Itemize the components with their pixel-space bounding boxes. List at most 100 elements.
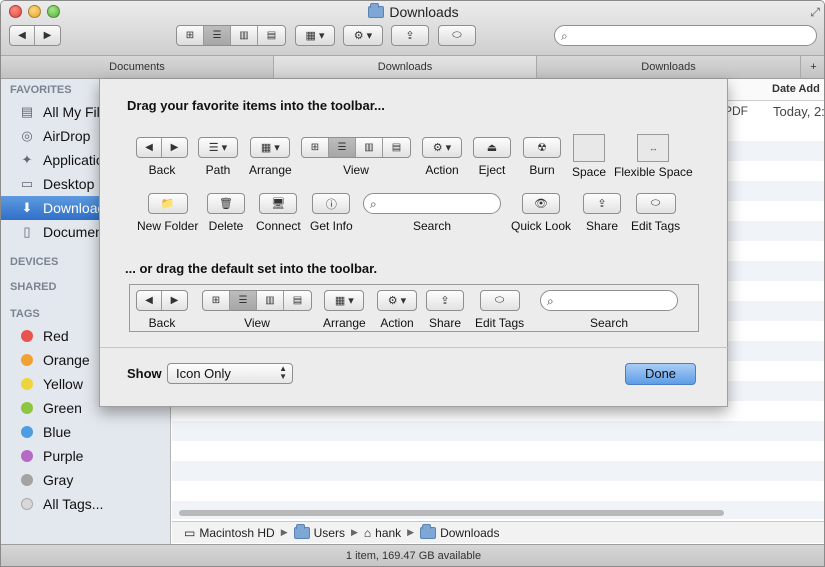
sidebar-tag-purple[interactable]: Purple: [1, 444, 171, 468]
folder-icon: [293, 523, 310, 539]
devices-header: DEVICES: [10, 256, 59, 268]
connect-icon: 🖥: [271, 198, 286, 210]
trash-icon: 🗑: [219, 198, 233, 210]
default-set-heading: ... or drag the default set into the too…: [125, 261, 378, 276]
arrange-icon: ▦ ▾: [260, 142, 280, 154]
documents-icon: ▯: [23, 224, 31, 239]
default-view: ⊞ ☰ ▥ ▤ View: [202, 290, 312, 330]
path-item-hank[interactable]: hank: [375, 526, 401, 540]
palette-path[interactable]: ☰ ▾ Path: [198, 137, 238, 177]
red-tag-icon: [21, 330, 33, 342]
palette-delete[interactable]: 🗑 Delete: [207, 193, 245, 233]
tab-downloads[interactable]: Downloads: [537, 56, 801, 78]
cover-flow-icon[interactable]: ▤: [258, 26, 285, 45]
palette-burn[interactable]: ☢ Burn: [523, 137, 561, 177]
downloads-icon: ⬇: [21, 200, 33, 215]
eject-icon: ⏏: [486, 142, 498, 154]
palette-space[interactable]: Space: [572, 134, 606, 179]
status-bar: 1 item, 169.47 GB available: [1, 544, 824, 566]
icon-view-icon: ⊞: [203, 291, 230, 310]
default-toolbar-set[interactable]: ◀ ▶ Back ⊞ ☰ ▥ ▤ View ▦ ▾ Arrange ⚙ ▾ Action…: [129, 284, 699, 332]
chevron-right-icon: ▶: [407, 527, 415, 537]
action-button[interactable]: ⚙ ▾: [343, 25, 383, 46]
path-item-users[interactable]: Users: [314, 526, 345, 540]
all-tags-icon: [21, 498, 33, 510]
sidebar-tag-gray[interactable]: Gray: [1, 468, 171, 492]
palette-edit-tags[interactable]: ⬭ Edit Tags: [631, 193, 680, 233]
default-search: ⌕ Search: [540, 290, 678, 330]
palette-back[interactable]: ◀ ▶ Back: [136, 137, 188, 177]
tab-downloads-active[interactable]: Downloads: [274, 56, 537, 78]
table-row-empty: [172, 421, 824, 441]
purple-tag-icon: [21, 450, 33, 462]
back-forward-button[interactable]: ◀ ▶: [9, 25, 61, 46]
shared-header: SHARED: [10, 281, 57, 293]
show-label: Show: [127, 366, 162, 381]
chevron-right-icon: ▶: [280, 527, 288, 537]
palette-flexible-space[interactable]: ↔ Flexible Space: [614, 134, 693, 179]
fullscreen-icon[interactable]: ⤢: [810, 5, 820, 20]
updown-arrows-icon: ▲ ▼: [279, 364, 287, 381]
tags-header: TAGS: [10, 308, 40, 320]
search-icon: ⌕: [547, 294, 554, 308]
palette-quick-look[interactable]: 👁 Quick Look: [511, 193, 571, 233]
folder-icon: [420, 523, 437, 539]
palette-connect[interactable]: 🖥 Connect: [256, 193, 301, 233]
palette-share[interactable]: ⇪ Share: [583, 193, 621, 233]
applications-icon: ✦: [21, 152, 33, 167]
window-title: Downloads: [1, 3, 824, 20]
search-input[interactable]: ⌕: [554, 25, 817, 46]
column-view-icon[interactable]: ▥: [231, 26, 258, 45]
sidebar-tag-blue[interactable]: Blue: [1, 420, 171, 444]
table-row-empty: [172, 461, 824, 481]
share-icon: ⇪: [440, 295, 450, 307]
new-tab-button[interactable]: +: [801, 56, 824, 78]
show-popup-value: Icon Only: [176, 366, 231, 381]
show-popup[interactable]: Icon Only ▲ ▼: [167, 363, 293, 384]
home-icon: ⌂: [363, 525, 372, 540]
default-arrange: ▦ ▾ Arrange: [323, 290, 366, 330]
view-segmented-control[interactable]: ⊞ ☰ ▥ ▤: [176, 25, 286, 46]
palette-get-info[interactable]: ⓘ Get Info: [310, 193, 353, 233]
default-back: ◀ ▶ Back: [136, 290, 188, 330]
icon-view-icon[interactable]: ⊞: [177, 26, 204, 45]
gray-tag-icon: [21, 474, 33, 486]
edit-tags-button[interactable]: ⬭: [438, 25, 476, 46]
desktop-icon: ▭: [20, 176, 34, 191]
path-item-downloads[interactable]: Downloads: [440, 526, 499, 540]
sidebar-all-tags[interactable]: All Tags...: [1, 492, 171, 516]
burn-icon: ☢: [537, 142, 547, 154]
palette-eject[interactable]: ⏏ Eject: [473, 137, 511, 177]
window-title-text: Downloads: [389, 4, 459, 20]
default-action: ⚙ ▾ Action: [377, 290, 417, 330]
palette-search[interactable]: ⌕ Search: [363, 193, 501, 233]
tag-icon: ⬭: [452, 29, 462, 41]
palette-new-folder[interactable]: 📁 New Folder: [137, 193, 198, 233]
palette-action[interactable]: ⚙ ▾ Action: [422, 137, 462, 177]
column-date-added[interactable]: Date Add: [772, 83, 820, 95]
back-icon[interactable]: ◀: [10, 26, 35, 45]
palette-arrange[interactable]: ▦ ▾ Arrange: [249, 137, 292, 177]
path-icon: ☰ ▾: [208, 142, 228, 154]
path-bar: ▭ Macintosh HD ▶ Users ▶ ⌂ hank ▶ Downlo…: [172, 521, 824, 543]
tab-documents[interactable]: Documents: [1, 56, 274, 78]
path-item-macintosh-hd[interactable]: Macintosh HD: [199, 526, 274, 540]
yellow-tag-icon: [21, 378, 33, 390]
palette-view[interactable]: ⊞ ☰ ▥ ▤ View: [301, 137, 411, 177]
arrange-icon: ▦ ▾: [334, 295, 354, 307]
list-view-icon[interactable]: ☰: [204, 26, 231, 45]
cover-flow-icon: ▤: [391, 142, 402, 153]
finder-window: Downloads ⤢ ◀ ▶ ⊞ ☰ ▥ ▤ ▦ ▾ ⚙ ▾ ⇪ ⬭ ⌕ Docume…: [0, 0, 825, 567]
share-icon: ⇪: [597, 198, 607, 210]
horizontal-scrollbar[interactable]: [179, 510, 724, 516]
forward-icon: ▶: [170, 142, 179, 153]
space-icon: [573, 134, 606, 162]
list-view-icon: ☰: [230, 291, 257, 310]
tab-bar: Documents Downloads Downloads +: [1, 56, 824, 79]
folder-icon: [368, 3, 385, 18]
done-button[interactable]: Done: [625, 363, 696, 385]
arrange-button[interactable]: ▦ ▾: [295, 25, 335, 46]
forward-icon[interactable]: ▶: [35, 26, 60, 45]
eye-icon: 👁: [534, 198, 548, 210]
share-button[interactable]: ⇪: [391, 25, 429, 46]
